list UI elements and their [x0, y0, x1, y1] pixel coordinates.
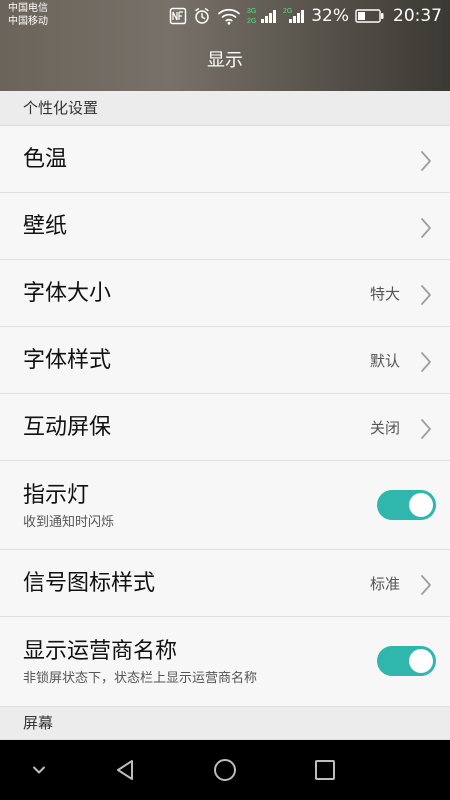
interactive-screensaver-label: 互动屏保 — [23, 415, 112, 440]
color-temperature-label: 色温 — [23, 147, 68, 172]
indicator-light-label: 指示灯 — [23, 483, 90, 508]
setting-row-font-style[interactable]: 字体样式 默认 — [0, 327, 450, 394]
wallpaper-label: 壁纸 — [23, 214, 68, 239]
status-bar: 中国电信 中国移动 3G 2G 2G 32% 20:37 — [0, 0, 450, 34]
chevron-right-icon — [421, 575, 431, 595]
show-carrier-name-subtitle: 非锁屏状态下，状态栏上显示运营商名称 — [23, 671, 258, 686]
indicator-light-subtitle: 收到通知时闪烁 — [23, 515, 115, 530]
wifi-icon — [217, 7, 241, 25]
clock-time: 20:37 — [393, 6, 442, 26]
signal-icon-style-value: 标准 — [369, 575, 400, 593]
settings-list: 色温 壁纸 字体大小 特大 字体样式 默认 互动屏保 关闭 指示灯 收到通知时闪… — [0, 126, 450, 707]
chevron-right-icon — [421, 151, 431, 171]
page-title: 显示 — [207, 50, 243, 71]
setting-row-wallpaper[interactable]: 壁纸 — [0, 193, 450, 260]
personalization-section-header: 个性化设置 — [0, 91, 450, 126]
setting-row-show-carrier-name: 显示运营商名称 非锁屏状态下，状态栏上显示运营商名称 — [0, 617, 450, 707]
personalization-section-title: 个性化设置 — [23, 99, 99, 117]
chevron-right-icon — [421, 285, 431, 305]
font-style-value: 默认 — [369, 352, 400, 370]
alarm-icon — [193, 7, 211, 25]
home-icon[interactable] — [210, 755, 240, 785]
setting-row-color-temperature[interactable]: 色温 — [0, 126, 450, 193]
screen-section-header: 屏幕 — [0, 707, 450, 740]
display-header: 中国电信 中国移动 3G 2G 2G 32% 20:37 显示 — [0, 0, 450, 91]
font-style-label: 字体样式 — [23, 348, 112, 373]
carrier-list: 中国电信 中国移动 — [8, 2, 48, 28]
show-carrier-name-label: 显示运营商名称 — [23, 639, 178, 664]
signal-icon: 2G — [283, 5, 307, 27]
status-indicators: 3G 2G 2G 32% 20:37 — [163, 4, 442, 28]
nfc-icon — [169, 7, 187, 25]
carrier-top: 中国电信 — [8, 3, 48, 14]
chevron-right-icon — [421, 218, 431, 238]
back-icon[interactable] — [110, 755, 140, 785]
dual-network-icon: 3G 2G — [247, 5, 277, 27]
recent-apps-icon[interactable] — [310, 755, 340, 785]
svg-text:2G: 2G — [283, 8, 292, 15]
chevron-down-icon[interactable] — [24, 755, 54, 785]
setting-row-indicator-light: 指示灯 收到通知时闪烁 — [0, 461, 450, 550]
battery-percent: 32% — [311, 6, 349, 26]
display-settings-screen: 中国电信 中国移动 3G 2G 2G 32% 20:37 显示 个性化设置 色温… — [0, 0, 450, 800]
battery-icon — [355, 8, 385, 24]
setting-row-font-size[interactable]: 字体大小 特大 — [0, 260, 450, 327]
show-carrier-name-toggle[interactable] — [377, 646, 436, 676]
signal-icon-style-label: 信号图标样式 — [23, 571, 156, 596]
font-size-label: 字体大小 — [23, 281, 112, 306]
setting-row-signal-icon-style[interactable]: 信号图标样式 标准 — [0, 550, 450, 617]
bottom-navigation-bar — [0, 740, 450, 800]
font-size-value: 特大 — [369, 285, 400, 303]
chevron-right-icon — [421, 419, 431, 439]
carrier-bottom: 中国移动 — [8, 16, 48, 27]
svg-text:2G: 2G — [247, 18, 256, 25]
toggle-knob — [409, 493, 433, 517]
toggle-knob — [409, 649, 433, 673]
interactive-screensaver-value: 关闭 — [369, 419, 400, 437]
chevron-right-icon — [421, 352, 431, 372]
setting-row-interactive-screensaver[interactable]: 互动屏保 关闭 — [0, 394, 450, 461]
svg-text:3G: 3G — [247, 8, 256, 15]
indicator-light-toggle[interactable] — [377, 490, 436, 520]
screen-section-title: 屏幕 — [23, 714, 54, 732]
